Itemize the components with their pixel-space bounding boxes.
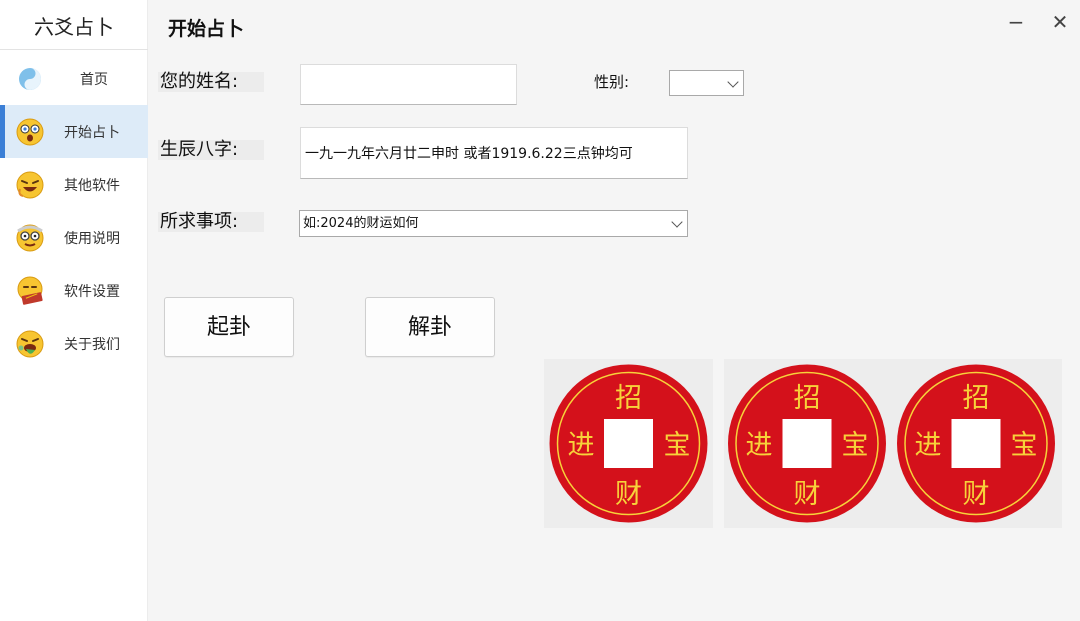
matter-select-value: 如:2024的财运如何 xyxy=(303,216,419,231)
page-title: 开始占卜 xyxy=(168,18,245,40)
matter-label: 所求事项: xyxy=(158,212,264,232)
sidebar-item-other-software[interactable]: 其他软件 xyxy=(0,158,148,211)
coin-char-bottom: 财 xyxy=(794,479,821,510)
nerd-emoji-icon xyxy=(14,222,46,254)
coin-char-top: 招 xyxy=(963,383,990,414)
sidebar: 六爻占卜 首页 开始占卜 其他软件 使用说明 软件设置 关于我们 xyxy=(0,0,148,621)
coin-1: 招 进 宝 财 xyxy=(544,359,713,528)
coin-panel-2: 招 进 宝 财 招 进 宝 财 xyxy=(724,359,1062,528)
coin-char-bottom: 财 xyxy=(615,479,642,510)
gender-select[interactable] xyxy=(669,70,744,96)
minimize-icon[interactable]: − xyxy=(1004,10,1028,34)
sidebar-item-about[interactable]: 关于我们 xyxy=(0,317,148,370)
sidebar-item-label: 首页 xyxy=(80,71,108,88)
bazi-label: 生辰八字: xyxy=(158,140,264,160)
coin-2: 招 进 宝 财 招 进 宝 财 xyxy=(728,364,1055,523)
sidebar-item-label: 关于我们 xyxy=(64,336,120,353)
coin-char-top: 招 xyxy=(615,383,642,414)
sidebar-item-label: 使用说明 xyxy=(64,230,120,247)
coin-char-left: 进 xyxy=(746,430,773,461)
sidebar-item-label: 软件设置 xyxy=(64,283,120,300)
coin-char-top: 招 xyxy=(794,383,821,414)
gender-label: 性别: xyxy=(594,73,630,91)
surprised-emoji-icon xyxy=(14,116,46,148)
coin-char-left: 进 xyxy=(915,430,942,461)
name-field[interactable] xyxy=(300,64,517,105)
matter-select[interactable]: 如:2024的财运如何 xyxy=(299,210,688,237)
reading-emoji-icon xyxy=(14,275,46,307)
coin-char-right: 宝 xyxy=(1011,430,1038,461)
chevron-down-icon xyxy=(727,76,739,88)
jiegua-button[interactable]: 解卦 xyxy=(365,297,495,357)
app-title: 六爻占卜 xyxy=(0,0,148,50)
sidebar-item-home[interactable]: 首页 xyxy=(0,52,148,105)
coin-char-right: 宝 xyxy=(842,430,869,461)
coin-char-left: 进 xyxy=(568,430,595,461)
sidebar-item-start-divination[interactable]: 开始占卜 xyxy=(0,105,148,158)
bazi-field[interactable]: 一九一九年六月廿二申时 或者1919.6.22三点钟均可 xyxy=(300,127,688,179)
name-label: 您的姓名: xyxy=(158,72,264,92)
close-icon[interactable]: ✕ xyxy=(1048,10,1072,34)
sidebar-nav: 首页 开始占卜 其他软件 使用说明 软件设置 关于我们 xyxy=(0,52,148,370)
coin-char-right: 宝 xyxy=(664,430,691,461)
sidebar-item-label: 其他软件 xyxy=(64,177,120,194)
coin-char-bottom: 财 xyxy=(963,479,990,510)
sidebar-item-instructions[interactable]: 使用说明 xyxy=(0,211,148,264)
laughing-emoji-icon xyxy=(14,169,46,201)
sidebar-item-label: 开始占卜 xyxy=(64,124,120,141)
chevron-down-icon xyxy=(671,216,683,228)
qigua-button[interactable]: 起卦 xyxy=(164,297,294,357)
sidebar-item-settings[interactable]: 软件设置 xyxy=(0,264,148,317)
vomiting-emoji-icon xyxy=(14,328,46,360)
yin-yang-icon xyxy=(14,63,46,95)
